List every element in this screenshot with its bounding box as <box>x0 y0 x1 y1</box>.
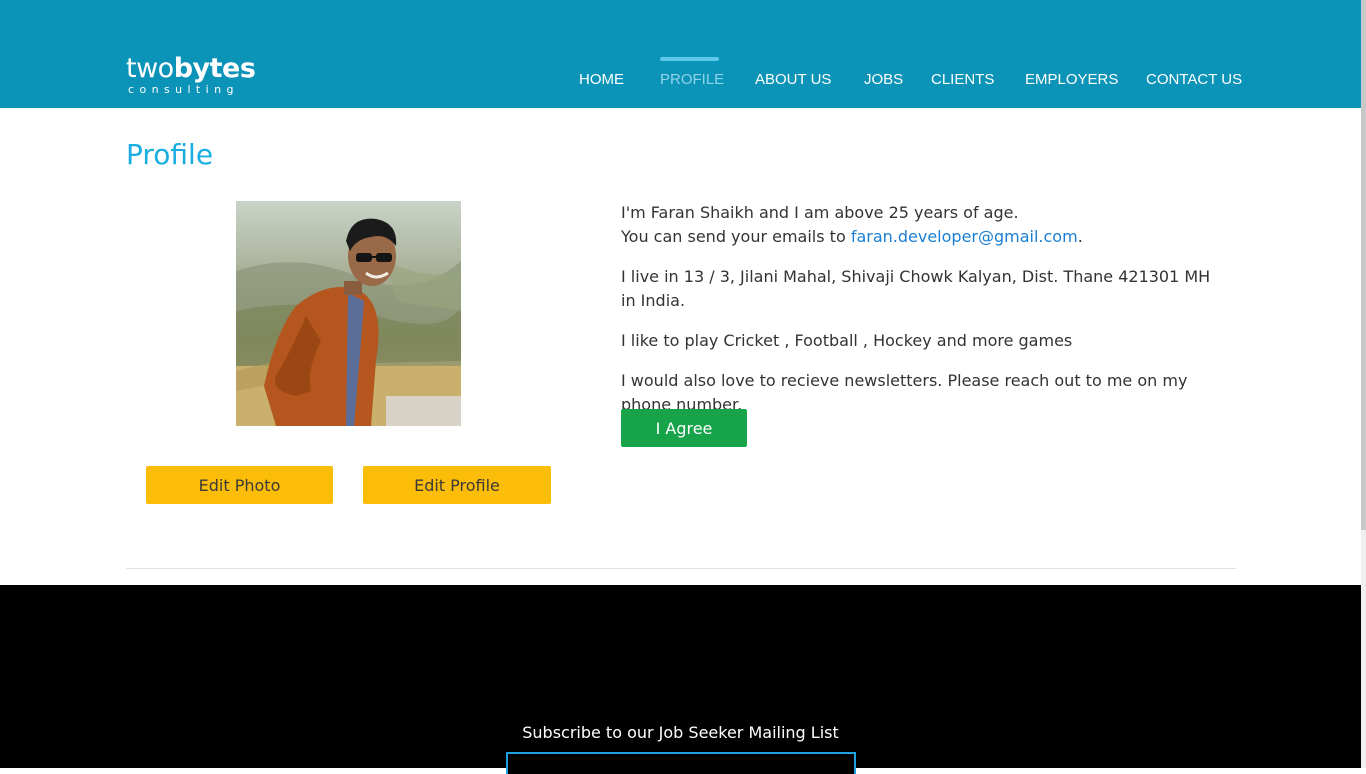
page-scrollbar[interactable] <box>1361 0 1366 768</box>
nav-home[interactable]: HOME <box>579 71 624 88</box>
email-prefix: You can send your emails to <box>621 227 851 246</box>
email-link[interactable]: faran.developer@gmail.com <box>851 227 1078 246</box>
site-footer: Subscribe to our Job Seeker Mailing List <box>0 585 1361 774</box>
nav-clients[interactable]: CLIENTS <box>931 71 994 88</box>
nav-about-us[interactable]: ABOUT US <box>755 71 831 88</box>
main-nav: HOME PROFILE ABOUT US JOBS CLIENTS EMPLO… <box>0 57 1361 97</box>
profile-photo-image <box>236 201 461 426</box>
page-title: Profile <box>126 138 214 171</box>
nav-contact-us[interactable]: CONTACT US <box>1146 71 1242 88</box>
email-suffix: . <box>1077 227 1083 246</box>
site-header: twobytes consulting HOME PROFILE ABOUT U… <box>0 0 1361 108</box>
hobbies-text: I like to play Cricket , Football , Hock… <box>621 331 1073 350</box>
scrollbar-thumb[interactable] <box>1361 0 1366 530</box>
content-divider <box>126 568 1236 569</box>
subscribe-title: Subscribe to our Job Seeker Mailing List <box>522 723 839 742</box>
profile-info: I'm Faran Shaikh and I am above 25 years… <box>621 201 1221 417</box>
agree-button[interactable]: I Agree <box>621 409 747 447</box>
edit-profile-button[interactable]: Edit Profile <box>363 466 551 504</box>
nav-jobs[interactable]: JOBS <box>864 71 903 88</box>
address-text: I live in 13 / 3, Jilani Mahal, Shivaji … <box>621 267 1211 310</box>
nav-profile[interactable]: PROFILE <box>660 71 724 88</box>
nav-active-indicator <box>660 57 719 61</box>
intro-line-2: You can send your emails to faran.develo… <box>621 225 1221 249</box>
nav-employers[interactable]: EMPLOYERS <box>1025 71 1118 88</box>
intro-line-1: I'm Faran Shaikh and I am above 25 years… <box>621 203 1019 222</box>
profile-photo <box>236 201 461 426</box>
edit-photo-button[interactable]: Edit Photo <box>146 466 333 504</box>
subscribe-email-input[interactable] <box>506 752 856 774</box>
